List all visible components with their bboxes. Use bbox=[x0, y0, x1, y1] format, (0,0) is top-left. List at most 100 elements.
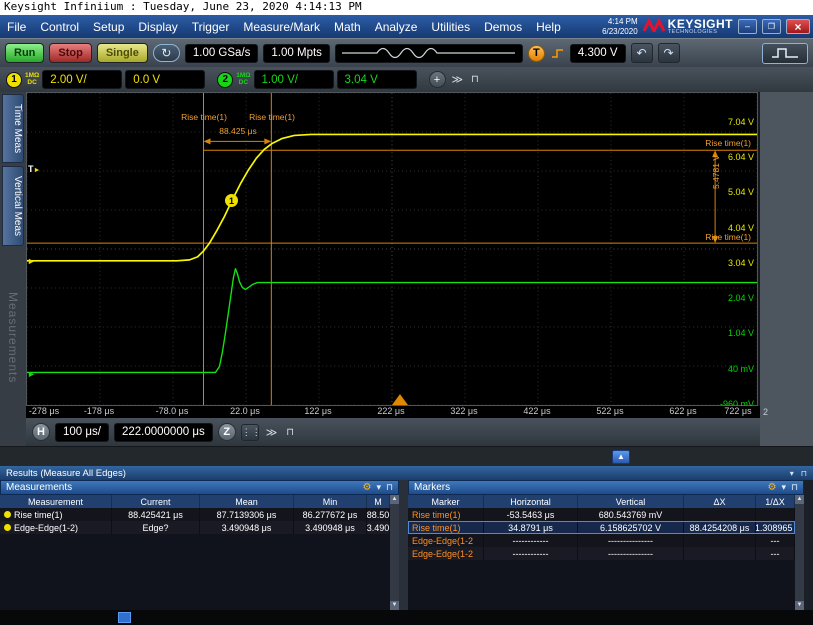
hbar-chevrons-icon[interactable]: ≫ bbox=[264, 426, 280, 439]
channel-1-offset-field[interactable]: 0.0 V bbox=[125, 70, 205, 89]
menu-measuremark[interactable]: Measure/Mark bbox=[236, 20, 327, 34]
measurement-row[interactable]: Edge-Edge(1-2)Edge?3.490948 μs3.490948 μ… bbox=[0, 521, 390, 534]
add-channel-button[interactable]: + bbox=[429, 71, 446, 88]
channel-2-ground-marker[interactable]: ► bbox=[27, 370, 36, 379]
trigger-edge-icon[interactable] bbox=[550, 47, 565, 60]
pin-icon[interactable]: ⊓ bbox=[469, 74, 481, 85]
single-button[interactable]: Single bbox=[97, 43, 148, 63]
redo-button[interactable]: ↷ bbox=[658, 43, 680, 63]
results-pin-icon[interactable]: ⊓ bbox=[801, 469, 807, 478]
channel-2-button[interactable]: 2 bbox=[217, 72, 233, 88]
restore-button[interactable]: ❐ bbox=[762, 19, 781, 34]
menu-control[interactable]: Control bbox=[33, 20, 86, 34]
menu-file[interactable]: File bbox=[0, 20, 33, 34]
menu-analyze[interactable]: Analyze bbox=[368, 20, 425, 34]
channel-bar: 1 1MΩDC 2.00 V/ 0.0 V 2 1MΩDC 1.00 V/ 3.… bbox=[0, 67, 813, 92]
markers-pin-icon[interactable]: ⊓ bbox=[791, 482, 798, 493]
menu-display[interactable]: Display bbox=[131, 20, 184, 34]
rise-time-right-bottom-label: Rise time(1) bbox=[705, 232, 751, 242]
y-axis-label: 6.04 V bbox=[728, 152, 754, 162]
touch-cycle-button[interactable]: ↻ bbox=[153, 44, 180, 62]
trigger-level-marker[interactable]: T► bbox=[28, 164, 40, 174]
measurements-settings-gear-icon[interactable]: ⚙ bbox=[362, 482, 371, 493]
minimize-button[interactable]: – bbox=[738, 19, 757, 34]
measurements-pin-icon[interactable]: ⊓ bbox=[386, 482, 393, 493]
hbar-pin-icon[interactable]: ⊓ bbox=[284, 427, 296, 438]
menu-setup[interactable]: Setup bbox=[86, 20, 131, 34]
marker-row[interactable]: Rise time(1)-53.5463 μs680.543769 mV bbox=[408, 508, 795, 521]
channel-1-trace-badge[interactable]: 1 bbox=[225, 194, 238, 207]
marker-value-cell: 680.543769 mV bbox=[578, 508, 684, 521]
undo-button[interactable]: ↶ bbox=[631, 43, 653, 63]
channel-2-scale-field[interactable]: 1.00 V/ bbox=[254, 70, 334, 89]
channel-1-ground-marker[interactable]: ► bbox=[27, 257, 36, 266]
column-header: Marker bbox=[408, 495, 484, 508]
markers-collapse-icon[interactable]: ▾ bbox=[781, 482, 786, 493]
channel-2-offset-field[interactable]: 3.04 V bbox=[337, 70, 417, 89]
measurement-value-cell: 86.277672 μs bbox=[294, 508, 367, 521]
marker-value-cell: ------------ bbox=[484, 534, 578, 547]
channel-1-button[interactable]: 1 bbox=[6, 72, 22, 88]
measurements-scrollbar[interactable]: ▲ ▼ bbox=[390, 495, 399, 610]
run-control-toolbar: Run Stop Single ↻ 1.00 GSa/s 1.00 Mpts T… bbox=[0, 38, 813, 67]
x-axis-label: 222 μs bbox=[377, 406, 404, 416]
tab-vertical-meas[interactable]: Vertical Meas bbox=[2, 166, 24, 246]
menu-trigger[interactable]: Trigger bbox=[185, 20, 237, 34]
trigger-level-field[interactable]: 4.300 V bbox=[570, 44, 626, 63]
menu-utilities[interactable]: Utilities bbox=[424, 20, 477, 34]
menu-help[interactable]: Help bbox=[529, 20, 568, 34]
marker-table-header: MarkerHorizontalVerticalΔX1/ΔX bbox=[408, 495, 795, 508]
marker-value-cell: 34.8791 μs bbox=[484, 521, 578, 534]
results-collapse-icon[interactable]: ▾ bbox=[790, 469, 794, 478]
measurement-value-cell: 87.7139306 μs bbox=[200, 508, 294, 521]
horizontal-position-field[interactable]: 222.0000000 μs bbox=[114, 423, 213, 442]
marker-value-cell bbox=[684, 547, 756, 560]
tab-time-meas[interactable]: Time Meas bbox=[2, 94, 24, 163]
menu-bar: FileControlSetupDisplayTriggerMeasure/Ma… bbox=[0, 15, 813, 38]
trigger-button[interactable]: T bbox=[528, 45, 545, 62]
measurements-watermark: Measurements bbox=[6, 292, 20, 383]
panel-splitter[interactable] bbox=[399, 480, 408, 610]
marker-row[interactable]: Edge-Edge(1-2---------------------------… bbox=[408, 547, 795, 560]
measurements-collapse-icon[interactable]: ▾ bbox=[376, 482, 381, 493]
scrollbar-up-icon[interactable]: ▲ bbox=[795, 495, 804, 504]
column-header: Mean bbox=[200, 495, 294, 508]
channel-1-scale-field[interactable]: 2.00 V/ bbox=[42, 70, 122, 89]
markers-settings-gear-icon[interactable]: ⚙ bbox=[767, 482, 776, 493]
run-button[interactable]: Run bbox=[5, 43, 44, 63]
keysight-spark-icon bbox=[643, 18, 665, 35]
y-axis-label: 5.04 V bbox=[728, 187, 754, 197]
menu-demos[interactable]: Demos bbox=[477, 20, 529, 34]
scrollbar-down-icon[interactable]: ▼ bbox=[795, 601, 804, 610]
marker-row[interactable]: Rise time(1)34.8791 μs6.158625702 V88.42… bbox=[408, 521, 795, 534]
measurement-row[interactable]: Rise time(1)88.425421 μs87.7139306 μs86.… bbox=[0, 508, 390, 521]
close-button[interactable]: × bbox=[786, 19, 810, 34]
marker-value-cell bbox=[684, 534, 756, 547]
marker-row[interactable]: Edge-Edge(1-2---------------------------… bbox=[408, 534, 795, 547]
marker-name-cell: Edge-Edge(1-2 bbox=[408, 547, 484, 560]
memory-depth-field[interactable]: 1.00 Mpts bbox=[263, 44, 330, 63]
markers-scrollbar[interactable]: ▲ ▼ bbox=[795, 495, 804, 610]
menu-math[interactable]: Math bbox=[327, 20, 368, 34]
display-options-button[interactable]: ⋮⋮ bbox=[241, 424, 259, 441]
scrollbar-down-icon[interactable]: ▼ bbox=[390, 601, 399, 610]
marker-value-cell: 6.158625702 V bbox=[578, 521, 684, 534]
time-axis-labels: -278 μs-178 μs-78.0 μs22.0 μs122 μs222 μ… bbox=[26, 406, 760, 418]
expand-chevrons-icon[interactable]: ≫ bbox=[450, 73, 466, 86]
sample-rate-field[interactable]: 1.00 GSa/s bbox=[185, 44, 259, 63]
zoom-button[interactable]: Z bbox=[218, 423, 236, 441]
waveform-preview-icon bbox=[339, 45, 519, 61]
y-axis-label: 4.04 V bbox=[728, 223, 754, 233]
scroll-up-button[interactable]: ▲ bbox=[612, 450, 630, 464]
waveform-tool-button[interactable] bbox=[762, 43, 808, 64]
scrollbar-up-icon[interactable]: ▲ bbox=[390, 495, 399, 504]
scope-display[interactable]: Rise time(1) Rise time(1) 88.425 μs Rise… bbox=[26, 92, 758, 406]
taskbar-app-tile[interactable] bbox=[118, 612, 131, 623]
time-axis-overflow-label: 2 bbox=[763, 407, 768, 417]
measurement-color-icon bbox=[4, 511, 11, 518]
panel-edge-strip bbox=[804, 480, 813, 610]
horizontal-button[interactable]: H bbox=[32, 423, 50, 441]
timebase-field[interactable]: 100 μs/ bbox=[55, 423, 109, 442]
measurement-value-cell: 88.425421 μs bbox=[112, 508, 200, 521]
stop-button[interactable]: Stop bbox=[49, 43, 91, 63]
